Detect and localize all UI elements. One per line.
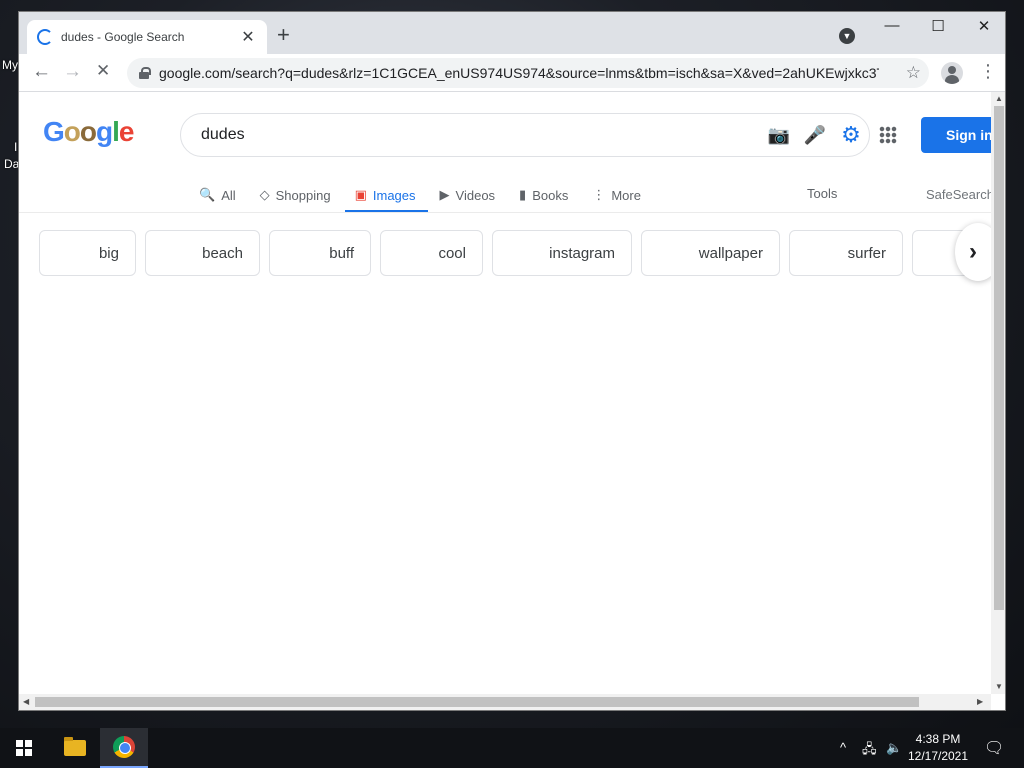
tab-label: Books [532, 187, 569, 203]
title-bar: dudes - Google Search ✕ + ▼ — ☐ ✕ [19, 12, 1005, 54]
logo-letter: l [112, 116, 120, 147]
horizontal-scrollbar[interactable]: ◀ ▶ [19, 694, 991, 710]
tab-title: dudes - Google Search [61, 30, 185, 44]
google-doodle-logo[interactable]: Google [43, 116, 135, 148]
scroll-up-icon[interactable]: ▲ [995, 94, 1003, 103]
tab-images[interactable]: ▣ Images [344, 178, 428, 213]
related-search-chips: big beach buff cool instagram wallpaper … [39, 230, 981, 276]
loading-spinner-icon [37, 29, 53, 45]
chip-surfer[interactable]: surfer [789, 230, 903, 276]
apps-grid-icon[interactable] [879, 126, 897, 144]
tab-close-icon[interactable]: ✕ [239, 27, 257, 47]
camera-icon[interactable]: 📷 [761, 125, 797, 146]
vertical-scrollbar[interactable]: ▲ ▼ [991, 92, 1005, 694]
browser-menu-icon[interactable]: ⋮ [979, 62, 997, 80]
notifications-icon[interactable]: 🗨 [984, 738, 1004, 758]
tab-all[interactable]: 🔍 All [199, 178, 236, 212]
tray-chevron-icon[interactable]: ^ [840, 740, 846, 755]
start-button[interactable] [0, 728, 48, 768]
tab-label: Shopping [275, 187, 331, 203]
back-button[interactable]: ← [32, 61, 51, 83]
chrome-taskbar-button[interactable] [100, 728, 148, 768]
chip-cool[interactable]: cool [380, 230, 483, 276]
desktop-icon-label[interactable]: I [14, 140, 17, 154]
windows-logo-icon [16, 740, 32, 756]
lock-icon[interactable] [139, 67, 151, 79]
tab-videos[interactable]: ▶ Videos [440, 178, 496, 212]
search-icon: 🔍 [199, 187, 216, 202]
file-explorer-button[interactable] [52, 728, 98, 768]
tools-button[interactable]: Tools [807, 186, 837, 201]
desktop-icon-label[interactable]: My [2, 58, 18, 72]
clock-date: 12/17/2021 [907, 749, 969, 763]
scroll-down-icon[interactable]: ▼ [995, 682, 1003, 691]
sign-in-button[interactable]: Sign in [921, 117, 991, 153]
forward-button[interactable]: → [63, 61, 82, 83]
safesearch-button[interactable]: SafeSearch [926, 187, 991, 202]
chip-big[interactable]: big [39, 230, 136, 276]
play-icon: ▶ [439, 187, 450, 202]
tab-label: More [611, 187, 641, 203]
tab-label: Images [372, 187, 416, 203]
folder-icon [64, 737, 86, 756]
tab-books[interactable]: ▮ Books [519, 178, 568, 212]
new-tab-button[interactable]: + [277, 24, 290, 46]
chip-beach[interactable]: beach [145, 230, 260, 276]
browser-toolbar: ← → ✕ google.com/search?q=dudes&rlz=1C1G… [19, 54, 1005, 92]
clock[interactable]: 4:38 PM 12/17/2021 [906, 731, 970, 765]
bookmark-star-icon[interactable]: ☆ [906, 63, 921, 83]
chrome-window: dudes - Google Search ✕ + ▼ — ☐ ✕ ← → ✕ … [18, 11, 1006, 711]
logo-letter: o [79, 116, 97, 147]
scroll-left-icon[interactable]: ◀ [23, 697, 29, 706]
logo-letter: G [43, 116, 65, 147]
image-icon: ▣ [354, 187, 367, 202]
microphone-icon[interactable]: 🎤 [797, 125, 833, 146]
maximize-button[interactable]: ☐ [915, 17, 961, 35]
search-input[interactable]: dudes [201, 126, 761, 144]
more-vertical-icon: ⋮ [592, 187, 606, 202]
taskbar: ^ 🖧 🔈 4:38 PM 12/17/2021 🗨 [0, 728, 1024, 768]
chrome-icon [113, 736, 135, 758]
address-bar[interactable]: google.com/search?q=dudes&rlz=1C1GCEA_en… [127, 58, 929, 88]
close-window-button[interactable]: ✕ [961, 17, 1005, 35]
tag-icon: ◇ [259, 187, 270, 202]
tab-search-icon[interactable]: ▼ [839, 28, 855, 44]
tab-more[interactable]: ⋮ More [592, 178, 641, 212]
vertical-scroll-thumb[interactable] [994, 106, 1004, 610]
network-icon[interactable]: 🖧 [862, 740, 877, 762]
tab-shopping[interactable]: ◇ Shopping [260, 178, 331, 212]
chip-instagram[interactable]: instagram [492, 230, 632, 276]
browser-tab[interactable]: dudes - Google Search ✕ [27, 20, 267, 54]
scroll-right-icon[interactable]: ▶ [977, 697, 983, 706]
search-box[interactable]: dudes 📷 🎤 ⚙ [180, 113, 870, 157]
clock-time: 4:38 PM [915, 732, 961, 746]
page-content: Google dudes 📷 🎤 ⚙ Sign in 🔍 All ◇ Shoppin… [19, 92, 991, 694]
chip-wallpaper[interactable]: wallpaper [641, 230, 780, 276]
tab-label: All [221, 187, 236, 203]
logo-letter: e [118, 116, 135, 147]
divider [19, 212, 991, 213]
horizontal-scroll-thumb[interactable] [35, 697, 919, 707]
book-icon: ▮ [519, 187, 527, 202]
chip-buff[interactable]: buff [269, 230, 371, 276]
search-settings-icon[interactable]: ⚙ [833, 122, 869, 148]
profile-avatar[interactable] [941, 62, 963, 84]
stop-loading-button[interactable]: ✕ [96, 61, 110, 81]
logo-letter: o [63, 116, 81, 147]
logo-letter: g [96, 116, 113, 147]
minimize-button[interactable]: — [869, 17, 915, 34]
volume-muted-icon[interactable]: 🔈 [886, 740, 902, 756]
url-text[interactable]: google.com/search?q=dudes&rlz=1C1GCEA_en… [159, 65, 879, 81]
search-tabs: 🔍 All ◇ Shopping ▣ Images ▶ Videos ▮ Books ⋮ M… [199, 178, 665, 213]
tab-label: Videos [455, 187, 496, 203]
